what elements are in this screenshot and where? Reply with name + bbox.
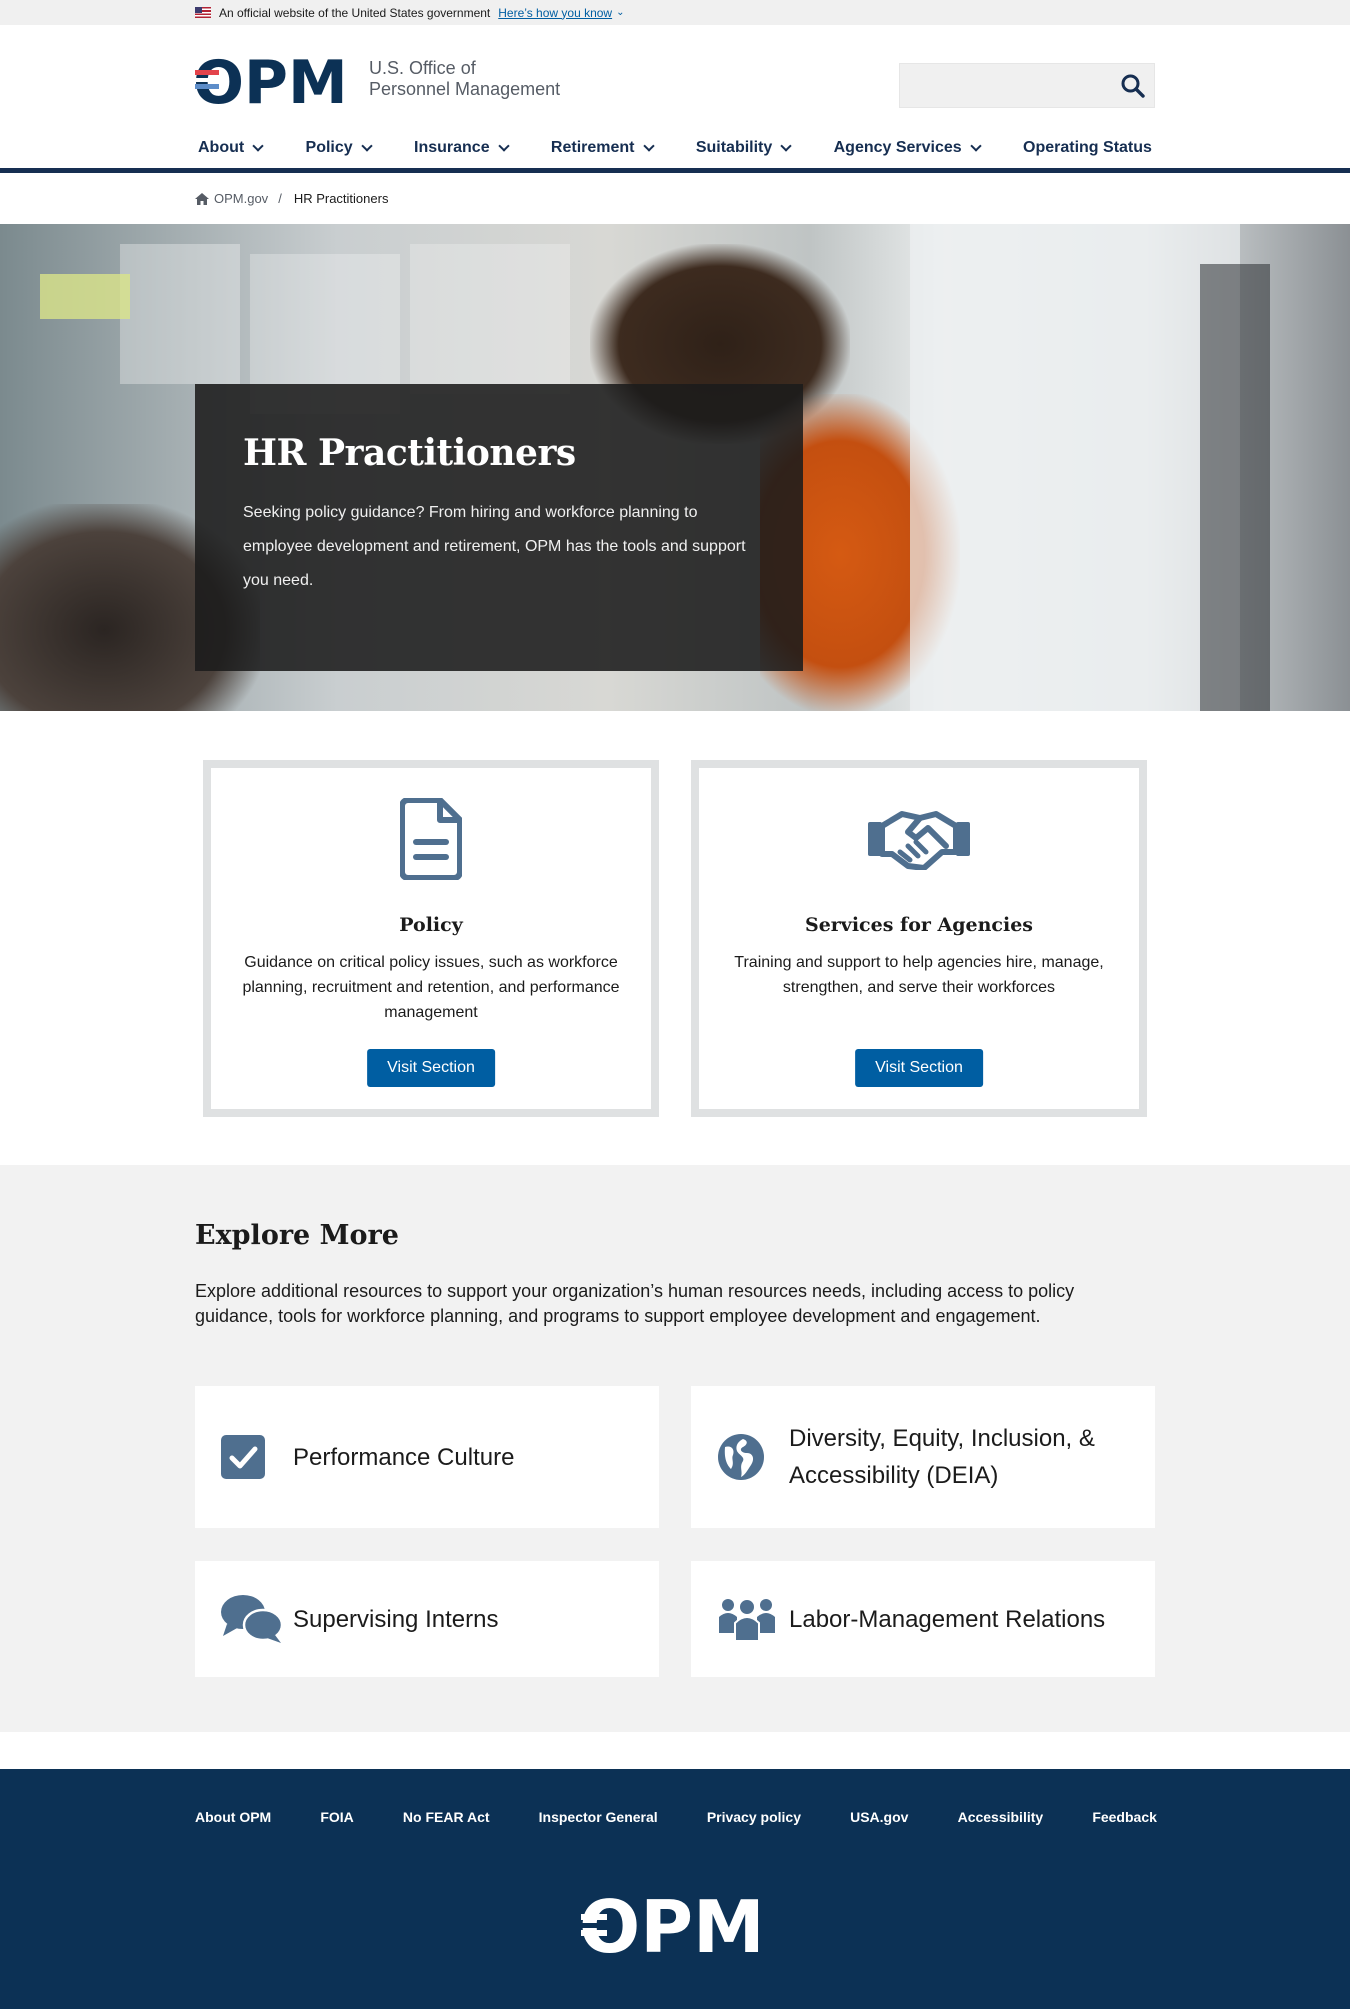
hero-description: Seeking policy guidance? From hiring and…	[243, 504, 746, 589]
chat-bubbles-icon	[221, 1594, 283, 1644]
checkbox-icon	[221, 1432, 283, 1482]
footer-link-inspector-general[interactable]: Inspector General	[539, 1809, 658, 1825]
logo-line-2: Personnel Management	[369, 79, 561, 99]
tile-label: Supervising Interns	[293, 1605, 499, 1633]
card-description: Guidance on critical policy issues, such…	[242, 954, 620, 1021]
site-header: OPM U.S. Office of Personnel Management …	[0, 25, 1350, 173]
tile-deia[interactable]: Diversity, Equity, Inclusion, & Accessib…	[691, 1386, 1155, 1528]
visit-section-button[interactable]: Visit Section	[855, 1049, 983, 1087]
footer-link-foia[interactable]: FOIA	[320, 1809, 353, 1825]
nav-suitability-label: Suitability	[695, 139, 773, 156]
nav-retirement[interactable]: Retirement	[548, 139, 656, 157]
chevron-down-icon	[970, 139, 982, 152]
chevron-down-icon	[252, 139, 264, 152]
site-footer: About OPM FOIA No FEAR Act Inspector Gen…	[0, 1769, 1350, 2009]
card-title: Policy	[399, 914, 463, 936]
nav-policy-label: Policy	[305, 139, 353, 156]
nav-about-label: About	[198, 139, 245, 156]
nav-policy[interactable]: Policy	[303, 139, 374, 157]
footer-link-about-opm[interactable]: About OPM	[195, 1809, 271, 1825]
heres-how-you-know-link[interactable]: Here’s how you know	[498, 6, 612, 20]
main-navigation: About Policy Insurance Retirement Suitab…	[195, 139, 1155, 157]
footer-link-usa-gov[interactable]: USA.gov	[850, 1809, 908, 1825]
chevron-down-icon	[497, 139, 510, 152]
breadcrumb-home-label: OPM.gov	[214, 191, 269, 206]
logo-agency-name: U.S. Office of Personnel Management	[369, 58, 560, 100]
footer-link-no-fear-act[interactable]: No FEAR Act	[403, 1809, 490, 1825]
home-icon	[195, 192, 209, 205]
hero-banner: HR Practitioners Seeking policy guidance…	[0, 224, 1350, 711]
nav-about[interactable]: About	[195, 139, 265, 157]
tile-label: Diversity, Equity, Inclusion, & Accessib…	[789, 1425, 1095, 1489]
breadcrumb-current: HR Practitioners	[293, 191, 389, 206]
search-icon[interactable]	[1120, 73, 1146, 99]
explore-more-section: Explore More Explore additional resource…	[0, 1165, 1350, 1732]
handshake-icon	[699, 798, 1139, 880]
tile-labor-management-relations[interactable]: Labor-Management Relations	[691, 1561, 1155, 1677]
document-icon	[211, 798, 651, 880]
section-cards: Policy Guidance on critical policy issue…	[0, 711, 1350, 1165]
card-title: Services for Agencies	[804, 914, 1034, 936]
globe-icon	[717, 1432, 779, 1482]
us-flag-icon	[195, 7, 211, 18]
chevron-down-icon	[642, 139, 655, 152]
footer-link-privacy-policy[interactable]: Privacy policy	[707, 1809, 801, 1825]
tile-label: Labor-Management Relations	[789, 1605, 1106, 1633]
gov-banner-text: An official website of the United States…	[219, 5, 491, 20]
nav-suitability[interactable]: Suitability	[693, 139, 793, 157]
gov-banner: An official website of the United States…	[0, 0, 1350, 25]
footer-link-accessibility[interactable]: Accessibility	[958, 1809, 1044, 1825]
nav-insurance[interactable]: Insurance	[411, 139, 511, 157]
hero-text-panel: HR Practitioners Seeking policy guidance…	[195, 384, 803, 671]
chevron-down-icon[interactable]: ⌄	[616, 7, 624, 18]
explore-intro: Explore additional resources to support …	[195, 1281, 1075, 1326]
card-description: Training and support to help agencies hi…	[734, 954, 1104, 996]
nav-operating-status-label: Operating Status	[1023, 139, 1152, 156]
people-group-icon	[717, 1594, 779, 1644]
tile-performance-culture[interactable]: Performance Culture	[195, 1386, 659, 1528]
nav-operating-status[interactable]: Operating Status	[1020, 139, 1155, 157]
breadcrumb-separator: /	[278, 191, 282, 206]
footer-links: About OPM FOIA No FEAR Act Inspector Gen…	[195, 1809, 1157, 1825]
footer-link-feedback[interactable]: Feedback	[1092, 1809, 1157, 1825]
nav-insurance-label: Insurance	[414, 139, 490, 156]
nav-agency-services-label: Agency Services	[833, 139, 962, 156]
nav-agency-services[interactable]: Agency Services	[831, 139, 983, 157]
footer-opm-logo[interactable]: OPM	[579, 1885, 767, 1969]
visit-section-button[interactable]: Visit Section	[367, 1049, 495, 1087]
opm-logo-mark-icon: OPM	[195, 53, 348, 105]
chevron-down-icon	[361, 139, 373, 152]
breadcrumb: OPM.gov / HR Practitioners	[0, 173, 1350, 224]
tile-supervising-interns[interactable]: Supervising Interns	[195, 1561, 659, 1677]
explore-title: Explore More	[195, 1220, 399, 1251]
nav-retirement-label: Retirement	[550, 139, 635, 156]
page-title: HR Practitioners	[243, 432, 576, 474]
card-policy: Policy Guidance on critical policy issue…	[203, 760, 659, 1117]
opm-logo[interactable]: OPM U.S. Office of Personnel Management	[195, 53, 560, 105]
tile-label: Performance Culture	[293, 1443, 515, 1471]
search-input[interactable]	[899, 63, 1155, 108]
opm-logo-mark-icon: OPM	[579, 1885, 765, 1969]
logo-line-1: U.S. Office of	[369, 58, 476, 78]
card-services-for-agencies: Services for Agencies Training and suppo…	[691, 760, 1147, 1117]
chevron-down-icon	[780, 139, 792, 152]
breadcrumb-home-link[interactable]: OPM.gov	[195, 191, 268, 206]
